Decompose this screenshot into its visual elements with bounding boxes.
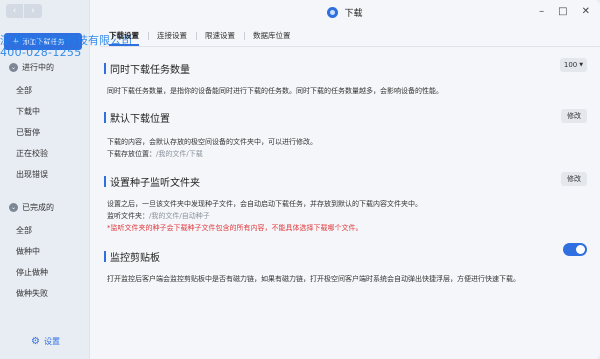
default-location-path: 下载存放位置：/我的文件/下载 [107,149,203,159]
sidebar-item-paused[interactable]: 已暂停 [0,122,90,143]
tab-speed-limit-settings[interactable]: 限速设置 [196,28,244,44]
sidebar-item-seeding[interactable]: 做种中 [0,241,90,262]
plus-icon: + [12,36,20,47]
tab-connection-settings[interactable]: 连接设置 [148,28,196,44]
window-controls: – □ ✕ [539,6,590,17]
path-label: 监听文件夹： [107,212,149,220]
chevron-down-icon: ▼ [579,62,584,68]
group-completed: ⌄ 已完成的 全部 做种中 停止做种 做种失败 [0,200,90,304]
section-title-text: 默认下载位置 [110,114,170,125]
default-location-description: 下载的内容，会默认存放的极空间设备的文件夹中，可以进行修改。 [107,138,317,146]
minimize-icon[interactable]: – [539,6,544,17]
chevron-down-icon: ⌄ [9,62,18,72]
section-title-concurrent: 同时下载任务数量 [104,61,190,76]
add-download-task-label: 添加下载任务 [22,37,65,46]
sidebar-item-verifying[interactable]: 正在校验 [0,143,90,164]
tabs-divider [100,46,600,47]
clipboard-monitor-toggle[interactable] [563,243,587,256]
group-label: 进行中的 [22,62,54,72]
watch-folder-path: 监听文件夹：/我的文件/自动种子 [107,211,210,221]
sidebar-item-downloading[interactable]: 下载中 [0,101,90,122]
window-title: 下载 [344,8,363,19]
clipboard-description: 打开监控后客户端会监控剪贴板中是否有磁力链，如果有磁力链，打开极空间客户端时系统… [107,275,520,283]
section-title-watch-folder: 设置种子监听文件夹 [104,174,200,189]
section-marker [104,112,106,123]
sidebar-item-error[interactable]: 出现错误 [0,164,90,185]
group-label: 已完成的 [22,202,54,212]
sidebar-item-seeding-failed[interactable]: 做种失败 [0,283,90,304]
section-marker [104,176,106,187]
group-header-completed[interactable]: ⌄ 已完成的 [0,200,90,214]
concurrent-description: 同时下载任务数量，是指你的设备能同时进行下载的任务数。同时下载的任务数量越多，会… [107,87,443,95]
path-value: /我的文件/自动种子 [149,212,210,220]
concurrent-count-value: 100 [563,61,578,69]
download-window: ‹ › + 添加下载任务 ⌄ 进行中的 全部 下载中 已暂停 正在校验 出现错误… [0,0,600,359]
back-arrow-icon[interactable]: ‹ [6,4,24,18]
section-title-text: 监控剪贴板 [110,253,160,264]
settings-tabs: 下载设置 连接设置 限速设置 数据库位置 [100,28,300,46]
nav-arrows: ‹ › [6,4,43,18]
forward-arrow-icon[interactable]: › [24,4,42,18]
section-title-default-location: 默认下载位置 [104,110,170,125]
path-value: /我的文件/下载 [156,150,203,158]
settings-label: 设置 [43,337,60,346]
concurrent-count-select[interactable]: 100 ▼ [560,58,587,72]
settings-button[interactable]: ⚙ 设置 [31,336,60,347]
modify-default-location-button[interactable]: 修改 [561,109,587,123]
group-in-progress: ⌄ 进行中的 全部 下载中 已暂停 正在校验 出现错误 [0,60,90,185]
maximize-icon[interactable]: □ [558,6,567,17]
tab-download-settings[interactable]: 下载设置 [100,28,148,46]
sidebar-item-stop-seeding[interactable]: 停止做种 [0,262,90,283]
section-title-clipboard: 监控剪贴板 [104,249,160,264]
chevron-down-icon: ⌄ [9,202,18,212]
tab-database-location[interactable]: 数据库位置 [244,28,300,44]
sidebar-item-completed-all[interactable]: 全部 [0,220,90,241]
section-marker [104,63,106,74]
add-download-task-button[interactable]: + 添加下载任务 [4,33,82,50]
sidebar: ‹ › + 添加下载任务 ⌄ 进行中的 全部 下载中 已暂停 正在校验 出现错误… [0,0,90,359]
section-title-text: 设置种子监听文件夹 [110,178,200,189]
title-bar: 下载 – □ ✕ [90,0,600,24]
gear-icon: ⚙ [31,336,40,347]
watch-folder-description: 设置之后，一旦该文件夹中发现种子文件，会自动启动下载任务，并存放到默认的下载内容… [107,200,422,208]
section-marker [104,251,106,262]
sidebar-item-all[interactable]: 全部 [0,80,90,101]
path-label: 下载存放位置： [107,150,156,158]
watch-folder-warning: *监听文件夹的种子会下载种子文件包含的所有内容，不能具体选择下载哪个文件。 [107,224,363,232]
toggle-knob [576,245,585,254]
section-title-text: 同时下载任务数量 [110,65,190,76]
app-logo-icon [327,6,339,18]
group-header-in-progress[interactable]: ⌄ 进行中的 [0,60,90,74]
modify-watch-folder-button[interactable]: 修改 [561,172,587,186]
close-icon[interactable]: ✕ [582,6,590,17]
